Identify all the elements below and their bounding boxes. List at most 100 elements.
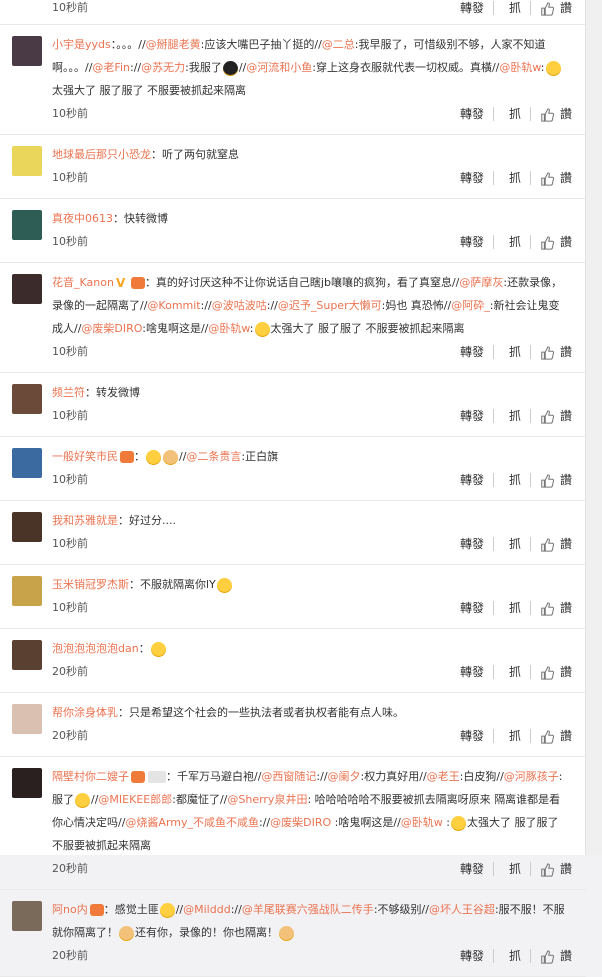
grab-button[interactable]: 抓 — [509, 166, 521, 190]
mention-link[interactable]: @卧轨w — [208, 322, 249, 335]
forward-button[interactable]: 轉發 — [460, 340, 484, 364]
like-button[interactable]: 讚 — [560, 660, 572, 684]
grab-button[interactable]: 抓 — [509, 596, 521, 620]
user-avatar[interactable] — [12, 576, 42, 606]
username-link[interactable]: 真夜中0613 — [52, 212, 113, 225]
forward-button[interactable]: 轉發 — [460, 230, 484, 254]
username-link[interactable]: 泡泡泡泡泡泡dan — [52, 642, 139, 655]
mention-link[interactable]: @波咕波咕 — [212, 299, 267, 312]
thumbs-up-icon[interactable] — [540, 601, 555, 616]
mention-link[interactable]: @阿砕_ — [451, 299, 490, 312]
username-link[interactable]: 一般好笑市民 — [52, 450, 118, 463]
grab-button[interactable]: 抓 — [509, 230, 521, 254]
thumbs-up-icon[interactable] — [540, 171, 555, 186]
mention-link[interactable]: @河流和小鱼 — [246, 61, 312, 74]
thumbs-up-icon[interactable] — [540, 949, 555, 964]
mention-link[interactable]: @苏无力 — [141, 61, 185, 74]
username-link[interactable]: 地球最后那只小恐龙 — [52, 148, 151, 161]
mention-link[interactable]: @二条贵言 — [186, 450, 241, 463]
username-link[interactable]: 阿no内 — [52, 903, 88, 916]
mention-link[interactable]: @迟予_Super大懒可 — [278, 299, 382, 312]
mention-link[interactable]: @萨摩灰 — [459, 276, 503, 289]
mention-link[interactable]: @Sherry泉井田 — [227, 793, 307, 806]
like-button[interactable]: 讚 — [560, 944, 572, 968]
like-button[interactable]: 讚 — [560, 166, 572, 190]
grab-button[interactable]: 抓 — [509, 468, 521, 492]
user-avatar[interactable] — [12, 384, 42, 414]
mention-link[interactable]: @河豚孩子 — [504, 770, 559, 783]
username-link[interactable]: 我和苏雅就是 — [52, 514, 118, 527]
thumbs-up-icon[interactable] — [540, 409, 555, 424]
grab-button[interactable]: 抓 — [509, 944, 521, 968]
like-button[interactable]: 讚 — [560, 230, 572, 254]
user-avatar[interactable] — [12, 512, 42, 542]
username-link[interactable]: 花音_Kanon — [52, 276, 114, 289]
username-link[interactable]: 隔壁村你二嫂子 — [52, 770, 129, 783]
like-button[interactable]: 讚 — [560, 857, 572, 881]
grab-button[interactable]: 抓 — [509, 857, 521, 881]
forward-button[interactable]: 轉發 — [460, 102, 484, 126]
forward-button[interactable]: 轉發 — [460, 596, 484, 620]
thumbs-up-icon[interactable] — [540, 473, 555, 488]
forward-button[interactable]: 轉發 — [460, 944, 484, 968]
mention-link[interactable]: @废柴DIRO — [270, 816, 331, 829]
mention-link[interactable]: @老Fin — [92, 61, 130, 74]
user-avatar[interactable] — [12, 448, 42, 478]
username-link[interactable]: 频兰符 — [52, 386, 85, 399]
thumbs-up-icon[interactable] — [540, 1, 555, 16]
username-link[interactable]: 玉米销冠罗杰斯 — [52, 578, 129, 591]
user-avatar[interactable] — [12, 640, 42, 670]
mention-link[interactable]: @西窗随记 — [261, 770, 316, 783]
user-avatar[interactable] — [12, 768, 42, 798]
mention-link[interactable]: @MIEKEE郎郎 — [98, 793, 172, 806]
like-button[interactable]: 讚 — [560, 724, 572, 748]
mention-link[interactable]: @二总 — [322, 38, 355, 51]
user-avatar[interactable] — [12, 210, 42, 240]
user-avatar[interactable] — [12, 146, 42, 176]
grab-button[interactable]: 抓 — [509, 532, 521, 556]
grab-button[interactable]: 抓 — [509, 724, 521, 748]
grab-button[interactable]: 抓 — [509, 340, 521, 364]
user-avatar[interactable] — [12, 36, 42, 66]
like-button[interactable]: 讚 — [560, 0, 572, 20]
mention-link[interactable]: @掰腿老黄 — [146, 38, 201, 51]
forward-button[interactable]: 轉發 — [460, 857, 484, 881]
mention-link[interactable]: @Milddd — [183, 903, 231, 916]
mention-link[interactable]: @卧轨w — [401, 816, 443, 829]
forward-button[interactable]: 轉發 — [460, 0, 484, 20]
thumbs-up-icon[interactable] — [540, 345, 555, 360]
forward-button[interactable]: 轉發 — [460, 724, 484, 748]
grab-button[interactable]: 抓 — [509, 0, 521, 20]
grab-button[interactable]: 抓 — [509, 660, 521, 684]
thumbs-up-icon[interactable] — [540, 107, 555, 122]
thumbs-up-icon[interactable] — [540, 862, 555, 877]
like-button[interactable]: 讚 — [560, 404, 572, 428]
username-link[interactable]: 帮你涂身体乳 — [52, 706, 118, 719]
forward-button[interactable]: 轉發 — [460, 468, 484, 492]
thumbs-up-icon[interactable] — [540, 235, 555, 250]
like-button[interactable]: 讚 — [560, 596, 572, 620]
like-button[interactable]: 讚 — [560, 102, 572, 126]
like-button[interactable]: 讚 — [560, 468, 572, 492]
username-link[interactable]: 小宇是yyds — [52, 38, 111, 51]
thumbs-up-icon[interactable] — [540, 665, 555, 680]
forward-button[interactable]: 轉發 — [460, 404, 484, 428]
user-avatar[interactable] — [12, 704, 42, 734]
grab-button[interactable]: 抓 — [509, 404, 521, 428]
forward-button[interactable]: 轉發 — [460, 660, 484, 684]
mention-link[interactable]: @卧轨w — [499, 61, 540, 74]
mention-link[interactable]: @老王 — [427, 770, 460, 783]
user-avatar[interactable] — [12, 274, 42, 304]
scrollbar[interactable] — [585, 0, 602, 855]
like-button[interactable]: 讚 — [560, 532, 572, 556]
user-avatar[interactable] — [12, 901, 42, 931]
thumbs-up-icon[interactable] — [540, 729, 555, 744]
thumbs-up-icon[interactable] — [540, 537, 555, 552]
mention-link[interactable]: @废柴DIRO — [81, 322, 142, 335]
forward-button[interactable]: 轉發 — [460, 166, 484, 190]
forward-button[interactable]: 轉發 — [460, 532, 484, 556]
grab-button[interactable]: 抓 — [509, 102, 521, 126]
mention-link[interactable]: @Kommit — [147, 299, 200, 312]
mention-link[interactable]: @烧酱Army_不咸鱼不咸鱼 — [125, 816, 259, 829]
mention-link[interactable]: @阑夕 — [328, 770, 361, 783]
